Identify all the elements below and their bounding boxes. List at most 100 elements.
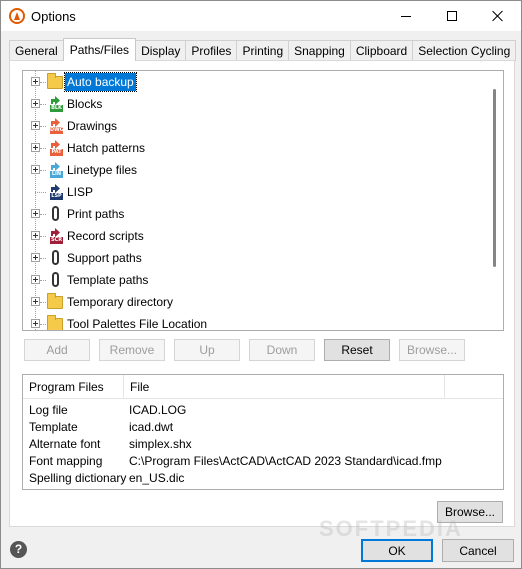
tree-connector-h <box>40 214 46 215</box>
tree-item-print-paths[interactable]: Print paths <box>23 203 485 225</box>
column-header-file[interactable]: File <box>124 375 445 399</box>
expand-icon[interactable] <box>31 319 40 328</box>
close-button[interactable] <box>475 1 521 31</box>
drawings-tag: DWG <box>50 127 64 134</box>
linetype-icon: LIN <box>47 162 63 178</box>
tab-paths-files[interactable]: Paths/Files <box>62 38 137 61</box>
item-value: C:\Program Files\ActCAD\ActCAD 2023 Stan… <box>129 454 442 468</box>
help-icon[interactable]: ? <box>10 541 27 558</box>
blocks-icon: BLK <box>47 96 63 112</box>
tree-item-blocks[interactable]: BLK Blocks <box>23 93 485 115</box>
tree-item-linetype-files[interactable]: LIN Linetype files <box>23 159 485 181</box>
tree-connector-h <box>40 302 46 303</box>
scrollbar-thumb[interactable] <box>493 89 496 267</box>
browse-path-button[interactable]: Browse... <box>399 339 465 361</box>
tree-item-support-paths[interactable]: Support paths <box>23 247 485 269</box>
cancel-button[interactable]: Cancel <box>442 539 514 562</box>
tree-connector-h <box>40 236 46 237</box>
tree-item-lisp[interactable]: LSP LISP <box>23 181 485 203</box>
item-key: Alternate font <box>29 437 101 451</box>
list-header: Program Files File <box>23 375 503 399</box>
expand-icon[interactable] <box>31 209 40 218</box>
tree-connector-h <box>35 192 46 193</box>
item-key: Log file <box>29 403 68 417</box>
add-button[interactable]: Add <box>24 339 90 361</box>
expand-icon[interactable] <box>31 165 40 174</box>
title-bar: Options <box>1 1 521 31</box>
tree-item-template-paths[interactable]: Template paths <box>23 269 485 291</box>
lisp-icon: LSP <box>47 184 63 200</box>
folder-icon <box>47 73 63 90</box>
up-button[interactable]: Up <box>174 339 240 361</box>
minimize-button[interactable] <box>383 1 429 31</box>
expand-icon[interactable] <box>31 297 40 306</box>
item-value: icad.dwt <box>129 420 174 434</box>
list-item[interactable]: Spelling dictionary en_US.dic <box>23 470 503 487</box>
tree-item-label: Linetype files <box>67 163 138 177</box>
program-files-list[interactable]: Program Files File Log file ICAD.LOG Tem… <box>22 374 504 490</box>
tab-strip: General Paths/Files Display Profiles Pri… <box>9 38 517 61</box>
expand-icon[interactable] <box>31 253 40 262</box>
reset-button[interactable]: Reset <box>324 339 390 361</box>
tree-item-label: Support paths <box>67 251 142 265</box>
tab-snapping[interactable]: Snapping <box>288 40 351 61</box>
ok-button[interactable]: OK <box>361 539 433 562</box>
tree-item-temporary-directory[interactable]: Temporary directory <box>23 291 485 313</box>
drawings-icon: DWG <box>47 118 64 134</box>
tree-connector-h <box>40 82 46 83</box>
close-icon <box>492 10 504 22</box>
item-value: en_US.dic <box>129 471 185 485</box>
tab-printing[interactable]: Printing <box>236 40 290 61</box>
column-header-program-files[interactable]: Program Files <box>23 375 124 399</box>
tree-item-auto-backup[interactable]: Auto backup <box>23 71 485 93</box>
tree-item-label: Print paths <box>67 207 125 221</box>
tree-item-label: Blocks <box>67 97 103 111</box>
item-value: simplex.shx <box>129 437 192 451</box>
list-item[interactable]: Font mapping C:\Program Files\ActCAD\Act… <box>23 453 503 470</box>
tree-item-label: Record scripts <box>67 229 144 243</box>
paths-tree[interactable]: Auto backup BLK Blocks DWG Drawings PAT … <box>22 70 504 331</box>
blocks-tag: BLK <box>50 105 63 112</box>
list-item[interactable]: Log file ICAD.LOG <box>23 402 503 419</box>
tab-selection-cycling[interactable]: Selection Cycling <box>412 40 517 61</box>
script-icon: SCR <box>47 228 63 244</box>
paperclip-icon <box>47 250 63 266</box>
window-title: Options <box>31 9 76 24</box>
expand-icon[interactable] <box>31 275 40 284</box>
tree-scrollbar[interactable] <box>487 71 503 330</box>
item-key: Spelling dictionary <box>29 471 127 485</box>
tree-connector-h <box>40 324 46 325</box>
paperclip-icon <box>47 206 63 222</box>
options-dialog: Options General Paths/Files Display Prof… <box>0 0 522 569</box>
linetype-tag: LIN <box>50 171 63 178</box>
expand-icon[interactable] <box>31 77 40 86</box>
paths-files-panel: Auto backup BLK Blocks DWG Drawings PAT … <box>9 60 515 527</box>
expand-icon[interactable] <box>31 231 40 240</box>
minimize-icon <box>401 15 411 17</box>
list-item[interactable]: Alternate font simplex.shx <box>23 436 503 453</box>
tree-item-hatch-patterns[interactable]: PAT Hatch patterns <box>23 137 485 159</box>
actcad-logo-icon <box>9 8 25 24</box>
maximize-button[interactable] <box>429 1 475 31</box>
remove-button[interactable]: Remove <box>99 339 165 361</box>
item-key: Font mapping <box>29 454 103 468</box>
tree-item-label: Temporary directory <box>67 295 174 309</box>
tree-item-label: LISP <box>67 185 94 199</box>
list-item[interactable]: Template icad.dwt <box>23 419 503 436</box>
tab-profiles[interactable]: Profiles <box>185 40 238 61</box>
tab-general[interactable]: General <box>9 40 64 61</box>
tree-connector-h <box>40 258 46 259</box>
tree-connector-h <box>40 280 46 281</box>
expand-icon[interactable] <box>31 121 40 130</box>
tab-clipboard[interactable]: Clipboard <box>349 40 414 61</box>
tree-item-record-scripts[interactable]: SCR Record scripts <box>23 225 485 247</box>
maximize-icon <box>447 11 457 21</box>
tree-item-drawings[interactable]: DWG Drawings <box>23 115 485 137</box>
tab-display[interactable]: Display <box>135 40 187 61</box>
tree-item-label: Auto backup <box>64 72 137 92</box>
down-button[interactable]: Down <box>249 339 315 361</box>
browse-file-button[interactable]: Browse... <box>437 501 503 523</box>
expand-icon[interactable] <box>31 99 40 108</box>
tree-item-tool-palettes[interactable]: Tool Palettes File Location <box>23 313 485 330</box>
expand-icon[interactable] <box>31 143 40 152</box>
